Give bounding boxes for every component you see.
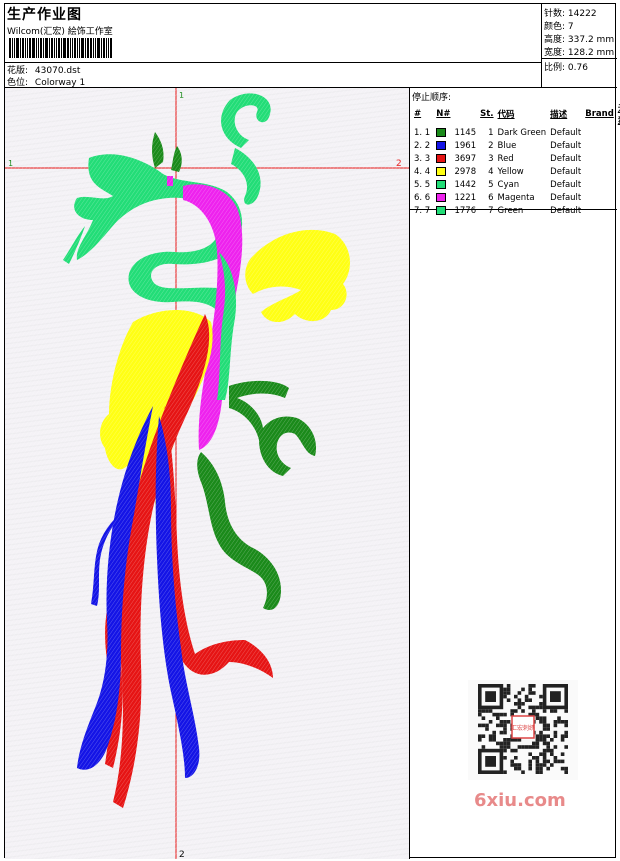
color-sequence-box: 停止顺序: # N# St. 代码 描述 Brand 元素 1. 111451D… <box>410 88 620 216</box>
table-row: 4. 4 2978 4 Yellow Default <box>414 166 582 177</box>
colors-stat: 颜色: 7 <box>544 22 574 32</box>
color-swatch <box>436 140 447 150</box>
table-header-row: # N# St. 代码 描述 Brand 元素 <box>412 102 620 126</box>
col-code: 代码 <box>497 110 515 120</box>
marker-bottom: 2 <box>179 850 185 859</box>
color-swatch <box>436 179 447 189</box>
col-n: N# <box>436 109 451 119</box>
header: 生产作业图 Wilcom(汇宏) 絵饰工作室 花版: 43070.dst 色位:… <box>5 4 542 88</box>
color-swatch <box>436 127 447 137</box>
watermark-text: 6xiu.com <box>474 790 566 811</box>
stats-box: 针数: 14222 颜色: 7 高度: 337.2 mm 宽度: 128.2 m… <box>542 4 617 88</box>
qr-code-icon: 汇宏刺绣 <box>468 680 578 780</box>
color-swatch <box>436 153 447 163</box>
head-crest <box>63 93 271 322</box>
marker-right: 2 <box>396 159 402 169</box>
col-brand: Brand <box>585 109 614 119</box>
eye-marker <box>167 176 173 186</box>
colorway-label: 色位: <box>7 78 29 88</box>
scale-stat: 比例: 0.76 <box>544 63 588 73</box>
width-stat: 宽度: 128.2 mm <box>544 48 615 58</box>
stitches-stat: 针数: 14222 <box>544 9 597 19</box>
color-swatch <box>436 166 447 176</box>
col-st: St. <box>480 109 494 119</box>
color-swatch <box>436 192 447 202</box>
marker-left: 1 <box>8 159 13 168</box>
wing-right <box>245 229 350 323</box>
company-name: Wilcom(汇宏) 絵饰工作室 <box>7 27 113 37</box>
colorway-row: 色位: Colorway 1 <box>7 75 85 88</box>
color-table: # N# St. 代码 描述 Brand 元素 1. 111451Dark Gr… <box>412 102 620 217</box>
col-desc: 描述 <box>550 110 568 120</box>
embroidery-design: 1 1 2 2 <box>5 88 409 859</box>
table-row: 7. 7 1776 7 Green Default <box>414 205 582 216</box>
col-element: 元素 <box>616 102 620 126</box>
height-stat: 高度: 337.2 mm <box>544 35 615 45</box>
col-swatch <box>452 102 478 126</box>
colorway-value: Colorway 1 <box>34 78 86 88</box>
qr-badge-text: 汇宏刺绣 <box>511 724 535 732</box>
page-title: 生产作业图 <box>7 7 82 23</box>
marker-top: 1 <box>179 91 184 100</box>
table-row: 6. 6 1221 6 Magenta Default <box>414 192 582 203</box>
color-swatch <box>436 205 447 215</box>
col-hash: # <box>414 109 422 119</box>
table-row: 2. 2 1961 2 Blue Default <box>414 140 582 151</box>
table-row: 5. 5 1442 5 Cyan Default <box>414 179 582 190</box>
design-canvas: 1 1 2 2 <box>5 88 410 859</box>
table-row: 1. 1 1145 1 Dark Green Default <box>414 127 582 138</box>
table-row: 3. 3 3697 3 Red Default <box>414 153 582 164</box>
barcode-icon <box>9 38 121 58</box>
